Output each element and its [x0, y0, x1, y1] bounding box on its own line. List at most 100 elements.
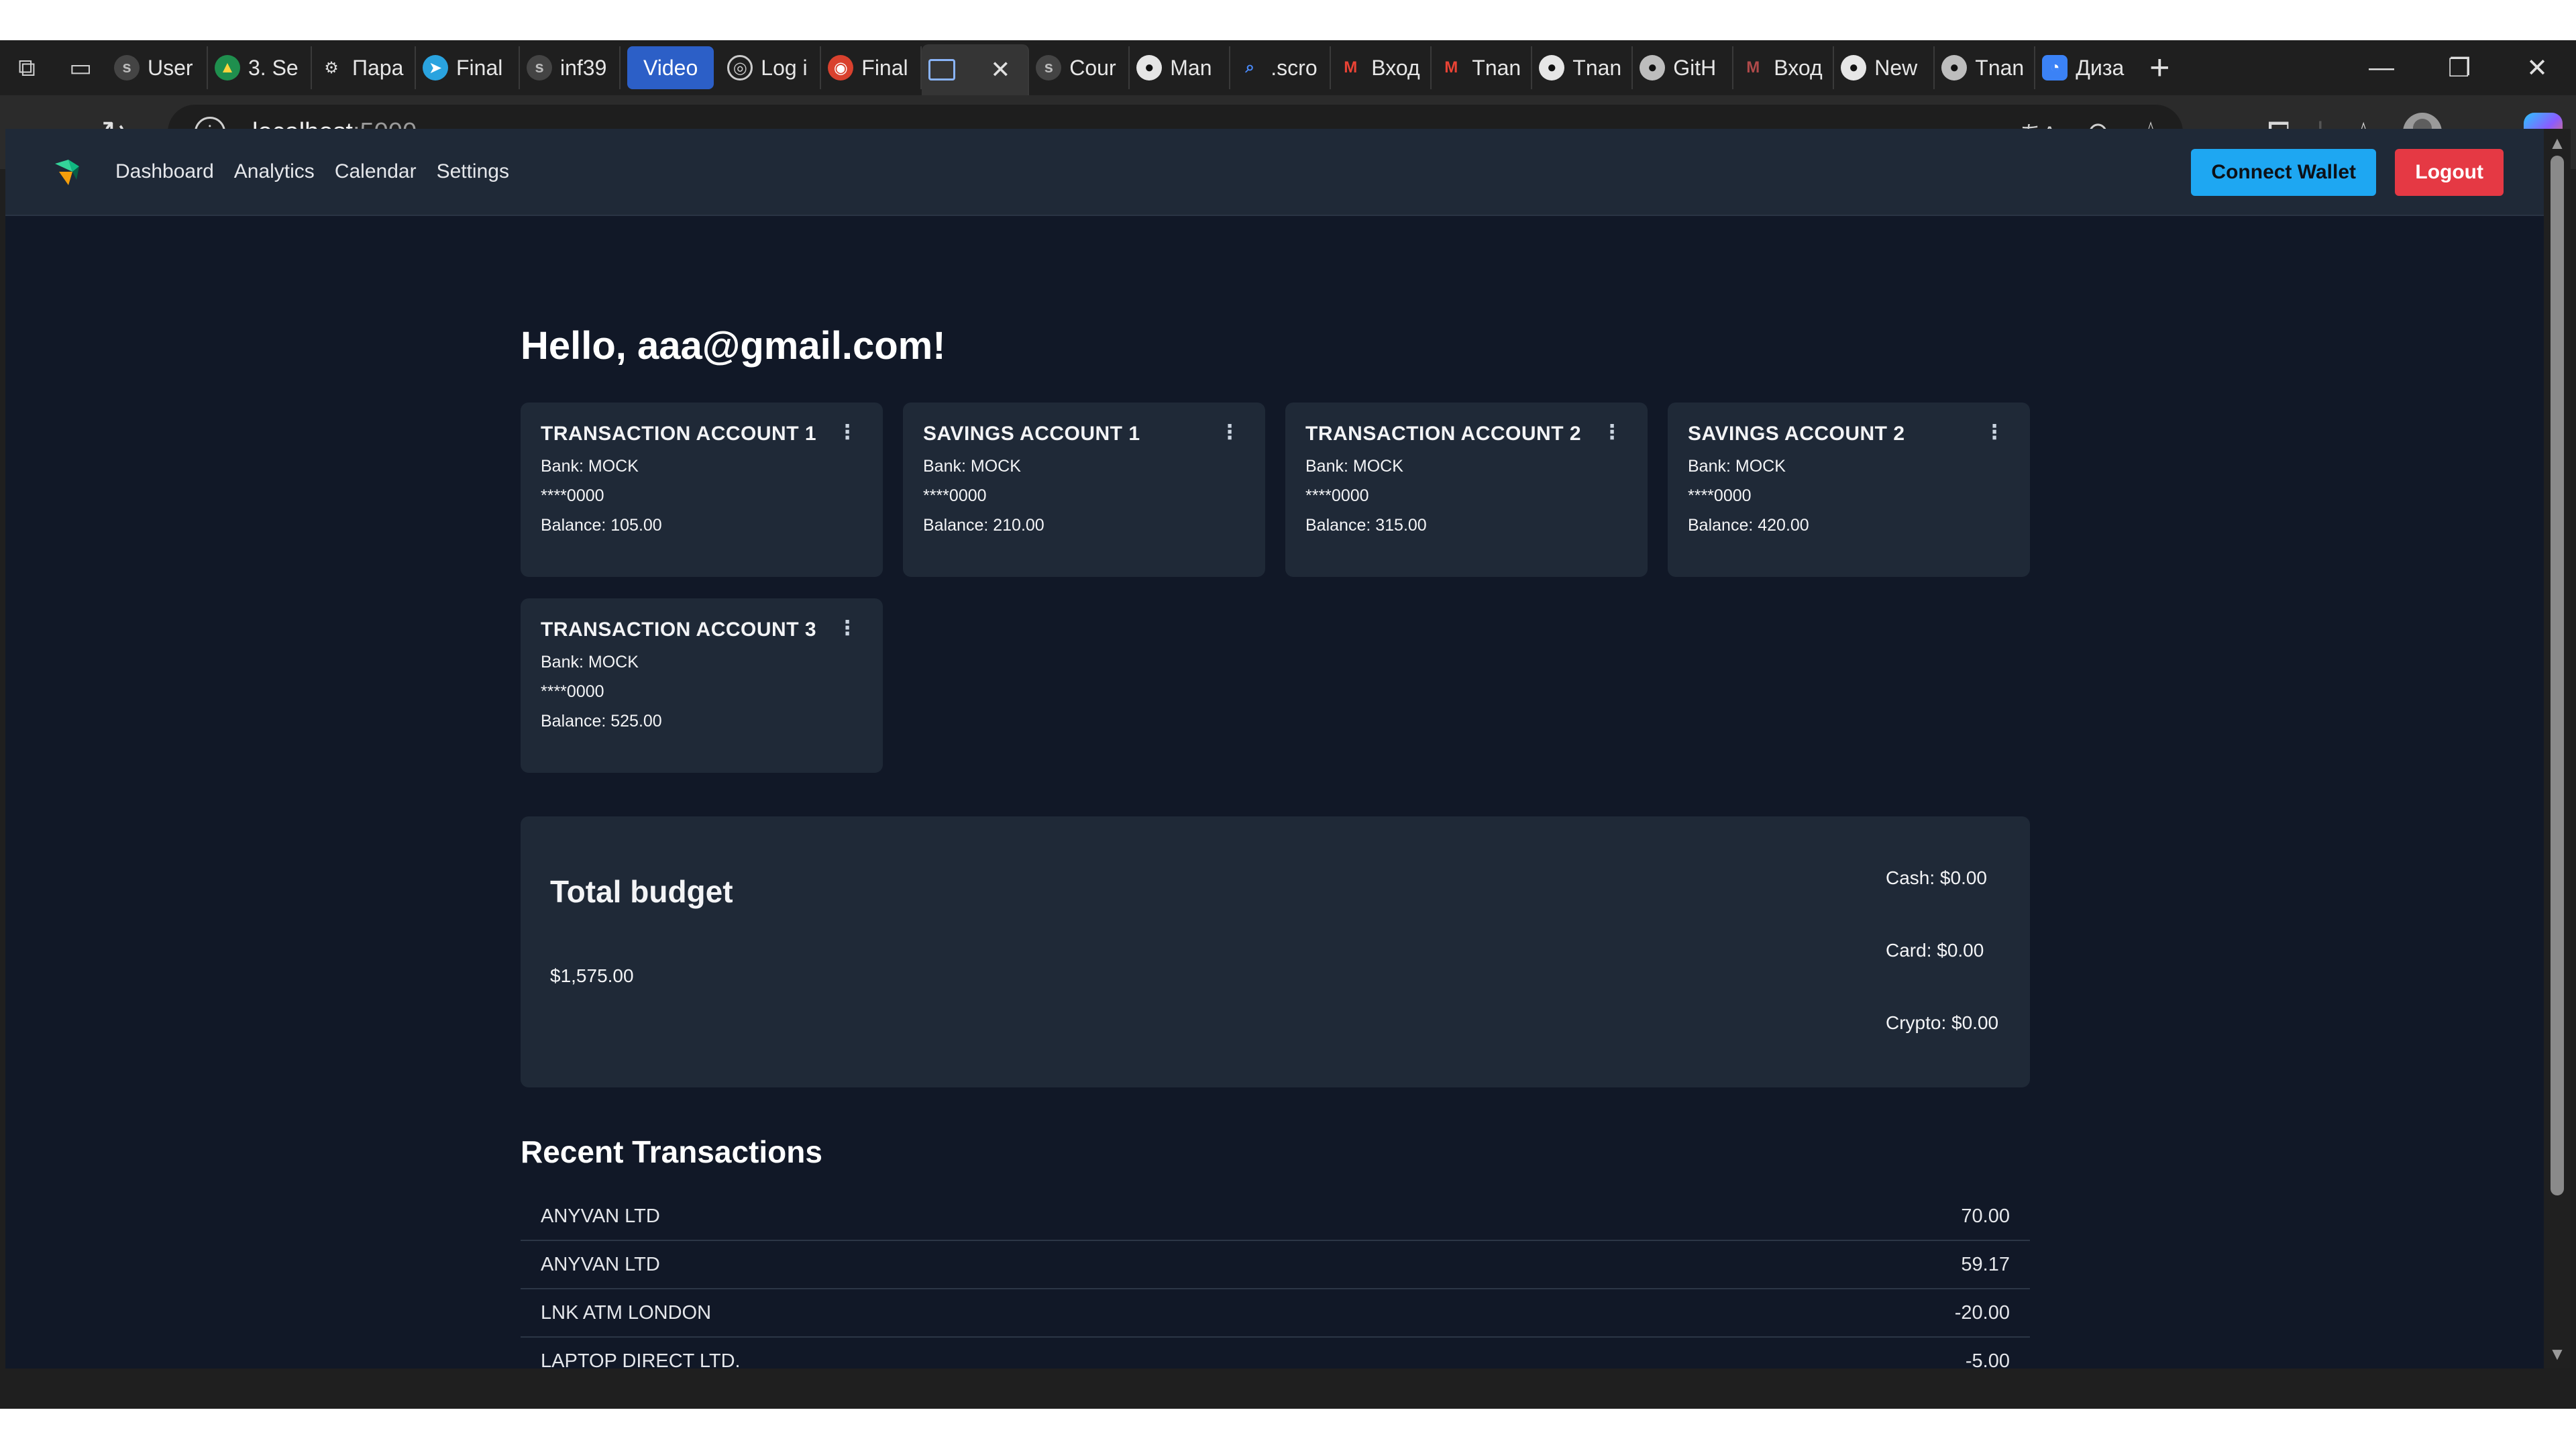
tab[interactable]: ⌕ .scro [1230, 46, 1332, 89]
transaction-row[interactable]: ANYVAN LTD 59.17 [521, 1241, 2030, 1289]
page-scrollbar[interactable]: ▲ ▼ [2544, 129, 2571, 1368]
tab[interactable]: ▲ 3. Se [208, 46, 312, 89]
transaction-row[interactable]: LNK ATM LONDON -20.00 [521, 1289, 2030, 1338]
tab-label: New [1874, 55, 1918, 80]
tab[interactable]: ➤ Final [416, 46, 520, 89]
transaction-name: LNK ATM LONDON [541, 1301, 712, 1324]
tab[interactable]: ● New [1834, 46, 1935, 89]
logout-button[interactable]: Logout [2395, 149, 2504, 196]
tab[interactable]: ⚙ Пара [312, 46, 416, 89]
account-balance: Balance: 525.00 [541, 712, 662, 731]
drive-icon: ▲ [215, 55, 240, 80]
tab[interactable]: ● Man [1130, 46, 1231, 89]
terminal-icon [928, 59, 956, 80]
window-controls: — ❐ ✕ [2343, 40, 2576, 95]
account-name: SAVINGS ACCOUNT 1 [923, 423, 1140, 445]
scroll-up-arrow-icon[interactable]: ▲ [2544, 133, 2571, 154]
github-icon: ● [1841, 55, 1867, 80]
restore-icon[interactable]: ❐ [2420, 40, 2498, 95]
tab-label: Final [456, 55, 503, 80]
tab[interactable]: ● GitH [1633, 46, 1734, 89]
tab[interactable]: M Tnan [1432, 46, 1533, 89]
tab[interactable]: ◉ Final [821, 46, 922, 89]
app-logo-icon[interactable] [52, 157, 82, 186]
kebab-menu-icon[interactable]: ⋮ [1602, 423, 1622, 443]
tab[interactable]: M Вход [1331, 46, 1432, 89]
total-budget-panel: Total budget $1,575.00 Cash: $0.00 Card:… [521, 816, 2030, 1087]
account-number: ****0000 [1305, 486, 1369, 505]
connect-wallet-button[interactable]: Connect Wallet [2191, 149, 2376, 196]
transaction-row[interactable]: ANYVAN LTD 70.00 [521, 1193, 2030, 1241]
budget-title: Total budget [550, 874, 733, 909]
tab[interactable]: M Вход [1733, 46, 1835, 89]
tab-label: Вход [1774, 55, 1823, 80]
scrollbar-thumb[interactable] [2551, 156, 2564, 1195]
tabs: s User ▲ 3. Se ⚙ Пара ➤ Final s inf39 Video ◎… [107, 40, 2136, 95]
close-tab-icon[interactable]: ✕ [990, 56, 1010, 84]
account-number: ****0000 [541, 486, 604, 505]
tab[interactable]: ● Tnan [1935, 46, 2036, 89]
tab-label: .scro [1271, 55, 1318, 80]
tab-actions-icon[interactable]: ▭ [54, 40, 107, 95]
nav-settings[interactable]: Settings [437, 160, 509, 183]
tab-label: Video [643, 55, 698, 80]
account-name: SAVINGS ACCOUNT 2 [1688, 423, 1905, 445]
gmail-icon: M [1344, 58, 1358, 76]
transaction-row[interactable]: LAPTOP DIRECT LTD. -5.00 [521, 1338, 2030, 1369]
tab[interactable]: s User [107, 46, 208, 89]
account-name: TRANSACTION ACCOUNT 1 [541, 423, 817, 445]
tab-label: 3. Se [248, 55, 299, 80]
nav-calendar[interactable]: Calendar [335, 160, 417, 183]
github-icon: ● [1941, 55, 1968, 80]
kebab-menu-icon[interactable]: ⋮ [837, 619, 857, 639]
account-balance: Balance: 105.00 [541, 516, 662, 535]
tab-label: Tnan [1572, 55, 1622, 80]
account-name: TRANSACTION ACCOUNT 2 [1305, 423, 1582, 445]
github-icon: ● [1136, 55, 1163, 80]
tab-label: Final [861, 55, 908, 80]
tab-label: Диза [2076, 55, 2125, 80]
transaction-name: ANYVAN LTD [541, 1253, 660, 1275]
workspaces-icon[interactable]: ⧉ [0, 40, 54, 95]
account-card[interactable]: TRANSACTION ACCOUNT 3 ⋮ Bank: MOCK ****0… [521, 598, 883, 773]
kebab-menu-icon[interactable]: ⋮ [1220, 423, 1240, 443]
tab-video[interactable]: Video [627, 46, 714, 89]
transaction-amount: -20.00 [1954, 1301, 2010, 1324]
tab-label: Пара [352, 55, 404, 80]
account-card[interactable]: SAVINGS ACCOUNT 1 ⋮ Bank: MOCK ****0000 … [903, 402, 1265, 577]
tab-active[interactable]: ✕ [922, 44, 1030, 95]
nav-dashboard[interactable]: Dashboard [115, 160, 214, 183]
budget-crypto: Crypto: $0.00 [1886, 1012, 1999, 1033]
account-card[interactable]: TRANSACTION ACCOUNT 2 ⋮ Bank: MOCK ****0… [1285, 402, 1648, 577]
tab[interactable]: ● Tnan [1532, 46, 1633, 89]
tab-label: Cour [1069, 55, 1116, 80]
account-bank: Bank: MOCK [541, 457, 639, 476]
close-window-icon[interactable]: ✕ [2498, 40, 2576, 95]
kebab-menu-icon[interactable]: ⋮ [1984, 423, 2004, 443]
transaction-amount: 59.17 [1961, 1253, 2010, 1275]
minimize-icon[interactable]: — [2343, 40, 2420, 95]
budget-cash: Cash: $0.00 [1886, 867, 1987, 888]
tab[interactable]: s inf39 [520, 46, 621, 89]
account-bank: Bank: MOCK [1688, 457, 1786, 476]
account-balance: Balance: 210.00 [923, 516, 1044, 535]
tab-label: Man [1170, 55, 1212, 80]
gear-icon: ⚙ [324, 58, 339, 77]
tab-label: User [148, 55, 193, 80]
transaction-amount: 70.00 [1961, 1205, 2010, 1227]
tab[interactable]: ◔ Диза [2035, 46, 2136, 89]
kebab-menu-icon[interactable]: ⋮ [837, 423, 857, 443]
page-viewport: Dashboard Analytics Calendar Settings Co… [5, 129, 2544, 1368]
account-card[interactable]: SAVINGS ACCOUNT 2 ⋮ Bank: MOCK ****0000 … [1668, 402, 2030, 577]
globe-icon: ◎ [727, 55, 753, 80]
tab-label: Вход [1371, 55, 1420, 80]
new-tab-button[interactable]: + [2136, 40, 2183, 95]
site-icon: s [1036, 55, 1062, 80]
nav-analytics[interactable]: Analytics [234, 160, 315, 183]
github-icon: ● [1539, 55, 1565, 80]
scroll-down-arrow-icon[interactable]: ▼ [2544, 1344, 2571, 1364]
account-number: ****0000 [541, 682, 604, 701]
tab[interactable]: s Cour [1029, 46, 1130, 89]
account-card[interactable]: TRANSACTION ACCOUNT 1 ⋮ Bank: MOCK ****0… [521, 402, 883, 577]
tab[interactable]: ◎ Log i [720, 46, 822, 89]
